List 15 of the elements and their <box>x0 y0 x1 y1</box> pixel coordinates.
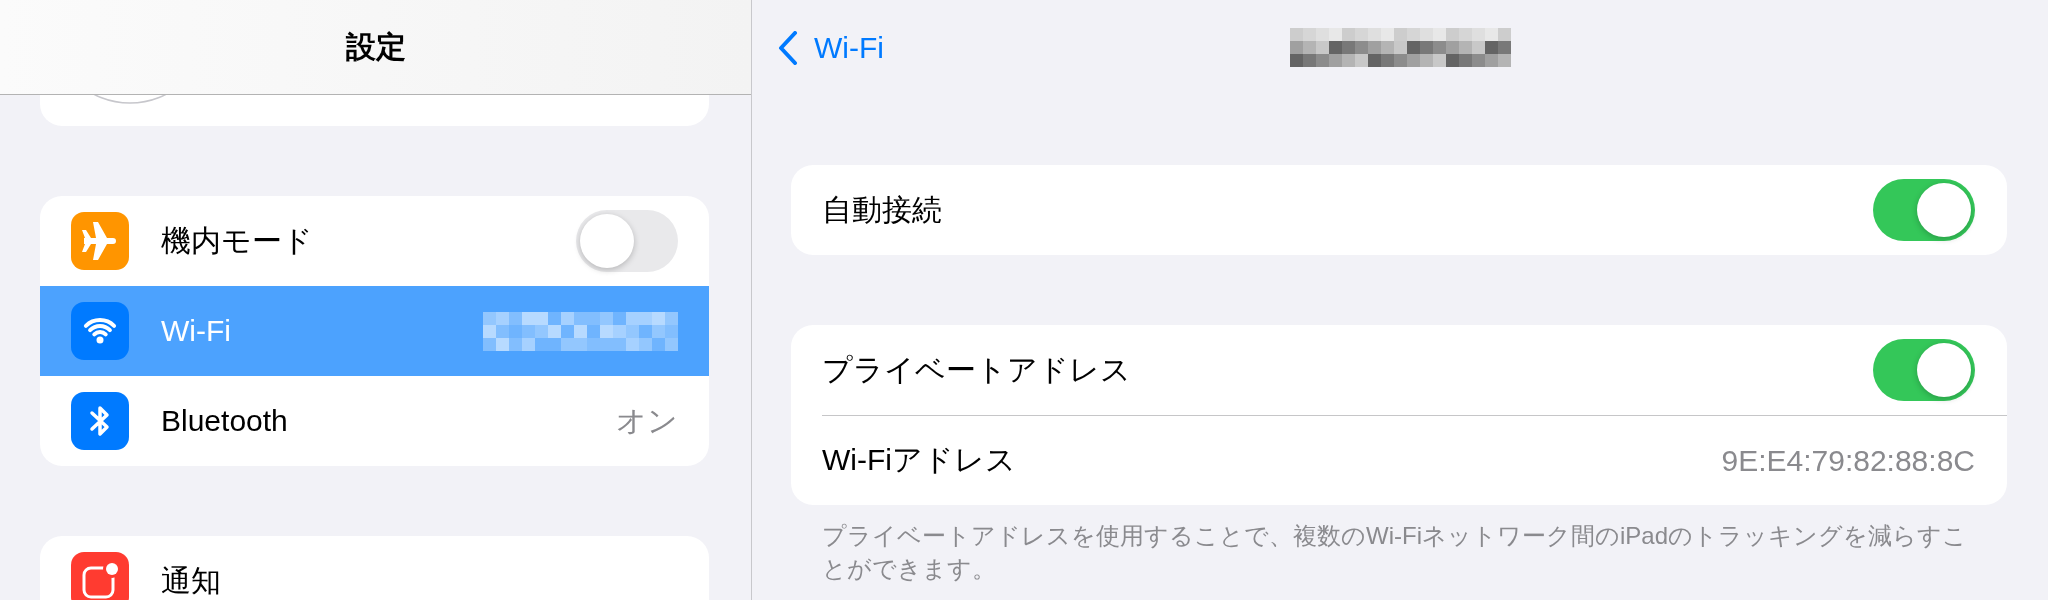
toggle-switch[interactable] <box>1873 339 1975 401</box>
sidebar-item[interactable]: 通知 <box>40 536 709 600</box>
row-label: プライベートアドレス <box>822 351 1131 388</box>
sidebar-item[interactable]: Bluetooth オン <box>40 376 709 466</box>
sidebar-item[interactable]: 機内モード <box>40 196 709 286</box>
sidebar-title: 設定 <box>345 28 406 65</box>
toggle-switch[interactable] <box>576 210 678 272</box>
footer-text: プライベートアドレスを使用することで、複数のWi-Fiネットワーク間のiPadのトラッキングを減らすことができます。 <box>821 521 1968 584</box>
row-value: オン <box>616 402 678 439</box>
row-label: Wi-Fiアドレス <box>822 442 1016 478</box>
chevron-left-icon <box>778 30 798 65</box>
back-button[interactable]: Wi-Fi <box>778 30 884 65</box>
toggle-switch[interactable] <box>1873 179 1975 241</box>
row-value: 9E:E4:79:82:88:8C <box>1721 443 1975 478</box>
row-label: 自動接続 <box>822 191 942 228</box>
